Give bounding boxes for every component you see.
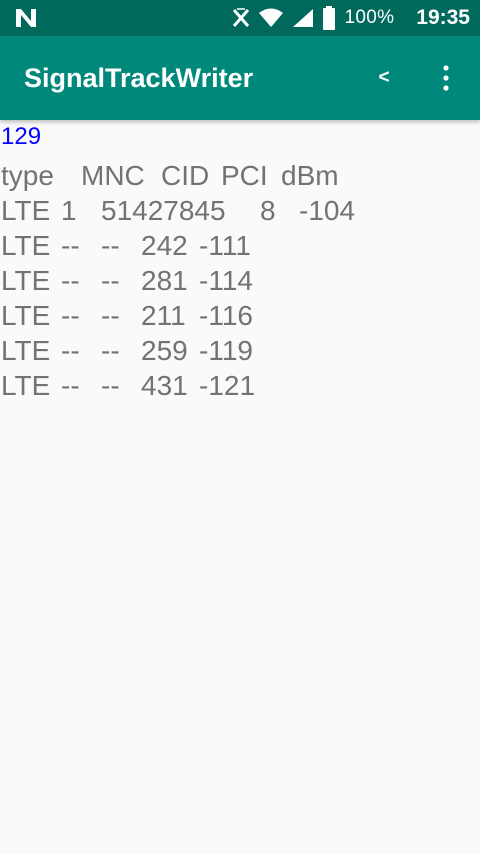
header-dbm: dBm [281,160,339,191]
table-header-row: type MNC CID PCI dBm [1,158,480,193]
cell-mnc: -- [61,300,80,331]
table-row: LTE -- -- 431 -121 [1,368,480,403]
app-title: SignalTrackWriter [24,63,254,93]
overflow-menu-button[interactable] [426,58,466,98]
cell-cid: -- [101,230,120,261]
overflow-menu-icon [443,65,449,91]
cell-pci: 211 [141,300,186,331]
app-bar: SignalTrackWriter < [0,36,480,120]
cell-type: LTE [1,300,51,331]
table-row: LTE -- -- 242 -111 [1,228,480,263]
table-row: LTE -- -- 259 -119 [1,333,480,368]
cell-pci: 281 [141,265,188,296]
n-icon [16,9,36,27]
back-button[interactable]: < [364,58,404,98]
cell-cid: -- [101,335,120,366]
cell-type: LTE [1,230,51,261]
cell-pci: 259 [141,335,188,366]
cell-signal-icon [293,9,314,27]
cell-mnc: -- [61,335,80,366]
cell-type: LTE [1,195,51,226]
cell-pci: 242 [141,230,188,261]
cell-table: type MNC CID PCI dBm LTE 1 51427845 8 -1… [1,158,480,403]
cell-mnc: -- [61,265,80,296]
battery-icon [323,6,336,30]
table-row: LTE 1 51427845 8 -104 [1,193,480,228]
status-icons: 100% 19:35 [232,0,470,36]
cell-dbm: -114 [199,265,253,296]
cell-dbm: -119 [199,335,253,366]
cell-dbm: -121 [199,370,256,401]
battery-percentage: 100% [344,7,395,28]
cell-pci: 431 [141,370,188,401]
cell-type: LTE [1,370,51,401]
cell-cid: -- [101,265,120,296]
x-icon [233,8,250,27]
status-clock: 19:35 [416,6,470,29]
table-row: LTE -- -- 211 -116 [1,298,480,333]
cell-mnc: -- [61,370,80,401]
cell-type: LTE [1,265,51,296]
header-type: type [1,160,54,191]
cell-cid: -- [101,370,120,401]
cell-pci: 8 [260,195,276,226]
cell-dbm: -116 [199,300,253,331]
record-count: 129 [1,123,42,150]
table-row: LTE -- -- 281 -114 [1,263,480,298]
cell-cid: -- [101,300,120,331]
cell-mnc: 1 [61,195,77,226]
wifi-icon [259,8,284,27]
cell-cid: 51427845 [101,195,226,226]
cell-mnc: -- [61,230,80,261]
header-pci: PCI [221,160,268,191]
header-mnc: MNC [81,160,145,191]
cell-dbm: -111 [199,230,251,261]
cell-type: LTE [1,335,51,366]
header-cid: CID [161,160,210,191]
status-bar: 100% 19:35 [0,0,480,36]
cell-dbm: -104 [299,195,356,226]
